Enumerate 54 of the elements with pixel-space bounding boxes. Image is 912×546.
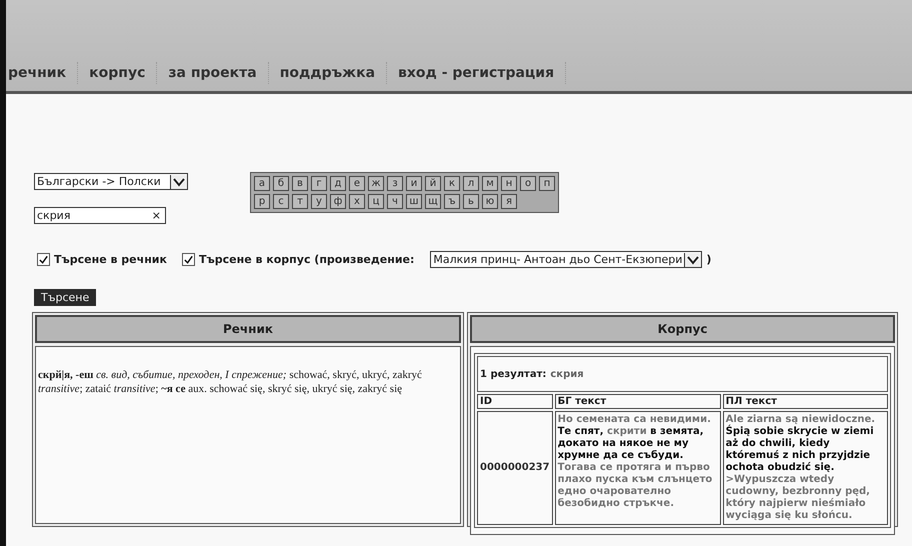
letter-key[interactable]: п bbox=[539, 176, 555, 191]
letter-key[interactable]: с bbox=[273, 194, 289, 209]
clear-button[interactable]: × bbox=[152, 209, 161, 222]
nav-link[interactable]: поддръжка bbox=[268, 62, 388, 84]
letter-key[interactable]: е bbox=[349, 176, 365, 191]
letter-key[interactable]: м bbox=[482, 176, 498, 191]
column-header: БГ текст bbox=[554, 394, 721, 409]
search-field[interactable]: скрия × bbox=[34, 207, 166, 224]
closing-paren: ) bbox=[706, 253, 712, 266]
letter-key[interactable]: ч bbox=[387, 194, 403, 209]
letter-key[interactable]: ш bbox=[406, 194, 422, 209]
dictionary-entry: скрй|я, -еш св. вид, събитие, преходен, I спрежение; schować, skryć, ukryć, zakryć transitive; zataić transitive; ~я се aux. schować się, skryć się, ukryć się, zakryć się bbox=[38, 368, 423, 396]
letter-key[interactable]: и bbox=[406, 176, 422, 191]
letter-key[interactable]: б bbox=[273, 176, 289, 191]
column-header: ID bbox=[477, 394, 553, 409]
letter-key[interactable]: т bbox=[292, 194, 308, 209]
letter-key[interactable]: й bbox=[425, 176, 441, 191]
option-label: Търсене в корпус (произведение: bbox=[198, 253, 414, 266]
letter-key[interactable]: о bbox=[520, 176, 536, 191]
letter-key[interactable]: у bbox=[311, 194, 327, 209]
option-label: Търсене в речник bbox=[54, 253, 167, 266]
table-cell: Но семената са невидими. Те спят, скрити в земята, докато на някое не му хрумне да се събуди. Тогава се протяга и първо плахо пуска към слънцето едно очарователно безобидно стръкче. bbox=[554, 411, 721, 525]
letter-key[interactable]: х bbox=[349, 194, 365, 209]
letter-key[interactable]: ю bbox=[482, 194, 498, 209]
work-select[interactable]: Малкия принц- Антоан дьо Сент-Екзюпери bbox=[430, 251, 702, 268]
letter-key[interactable]: ф bbox=[330, 194, 346, 209]
letter-key[interactable]: я bbox=[501, 194, 517, 209]
letter-key[interactable]: н bbox=[501, 176, 517, 191]
nav-link[interactable]: вход - регистрация bbox=[387, 62, 566, 84]
letter-key[interactable]: щ bbox=[425, 194, 441, 209]
letter-key[interactable]: в bbox=[292, 176, 308, 191]
letter-key[interactable]: а bbox=[254, 176, 270, 191]
letter-key[interactable]: ц bbox=[368, 194, 384, 209]
search-button[interactable]: Търсене bbox=[34, 289, 96, 306]
letter-key[interactable]: ь bbox=[463, 194, 479, 209]
letter-key[interactable]: ъ bbox=[444, 194, 460, 209]
letter-key[interactable]: г bbox=[311, 176, 327, 191]
result-query: скрия bbox=[550, 368, 584, 380]
nav-link[interactable]: корпус bbox=[78, 62, 158, 84]
result-count: 1 резултат: bbox=[480, 368, 546, 380]
table-cell: Ale ziarna są niewidoczne. Śpią sobie skrycie w ziemi aż do chwili, kiedy któremuś z nich przyjdzie ochota obudzić się. >Wypuszcza wtedy cudowny, bezbronny pęd, który najpierw nieśmiało wyciąga się ku słońcu. bbox=[722, 411, 888, 525]
letter-key[interactable]: ж bbox=[368, 176, 384, 191]
column-heading: Корпус bbox=[470, 315, 895, 343]
table-cell: 0000000237 bbox=[477, 411, 553, 525]
column-heading: Речник bbox=[35, 315, 461, 343]
nav-link[interactable]: за проекта bbox=[157, 62, 269, 84]
letter-key[interactable]: р bbox=[254, 194, 270, 209]
letter-key[interactable]: л bbox=[463, 176, 479, 191]
language-select[interactable]: Български -> Полски bbox=[34, 173, 188, 190]
column-header: ПЛ текст bbox=[722, 394, 888, 409]
nav-link[interactable]: речник bbox=[8, 62, 78, 84]
letter-key[interactable]: д bbox=[330, 176, 346, 191]
letter-key[interactable]: к bbox=[444, 176, 460, 191]
letter-key[interactable]: з bbox=[387, 176, 403, 191]
